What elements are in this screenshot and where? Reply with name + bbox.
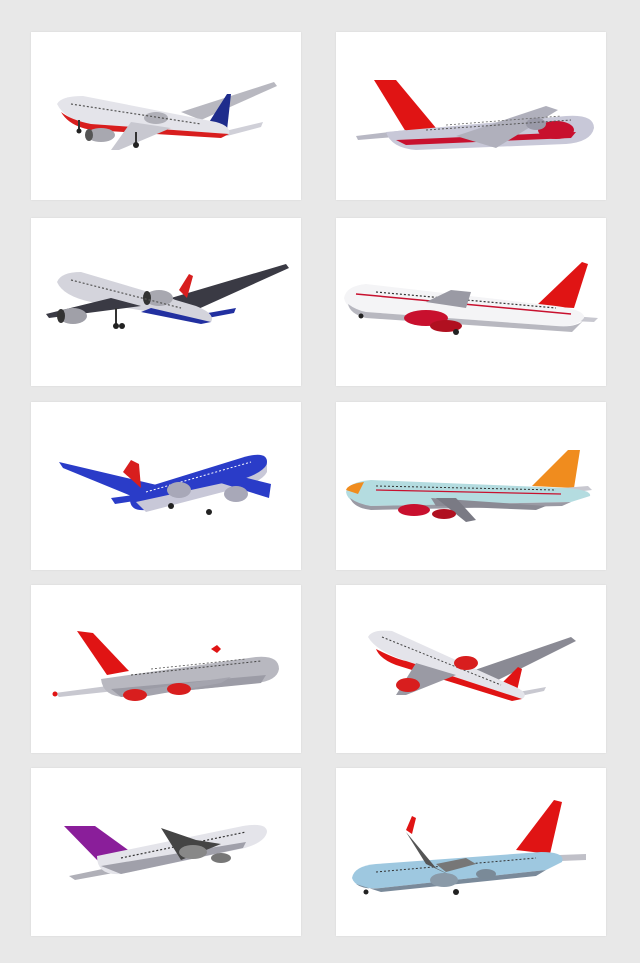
- gallery-card[interactable]: [336, 768, 606, 936]
- gallery-card[interactable]: [31, 768, 301, 936]
- airplane-image: [52, 631, 279, 701]
- gallery-card[interactable]: [336, 218, 606, 386]
- airplane-image: [57, 82, 277, 150]
- gallery-card[interactable]: [31, 218, 301, 386]
- airplane-image: [344, 262, 598, 335]
- gallery-card[interactable]: [336, 402, 606, 570]
- gallery-card[interactable]: [336, 585, 606, 753]
- airplane-image: [368, 630, 576, 701]
- airplane-image: [59, 454, 271, 515]
- gallery-card[interactable]: [31, 32, 301, 200]
- airplane-gallery: [0, 0, 640, 963]
- gallery-card[interactable]: [31, 402, 301, 570]
- airplane-image: [64, 824, 267, 880]
- gallery-card[interactable]: [336, 32, 606, 200]
- airplane-image: [352, 800, 586, 895]
- airplane-image: [356, 80, 594, 150]
- gallery-card[interactable]: [31, 585, 301, 753]
- airplane-image: [346, 450, 592, 522]
- airplane-image: [46, 264, 289, 329]
